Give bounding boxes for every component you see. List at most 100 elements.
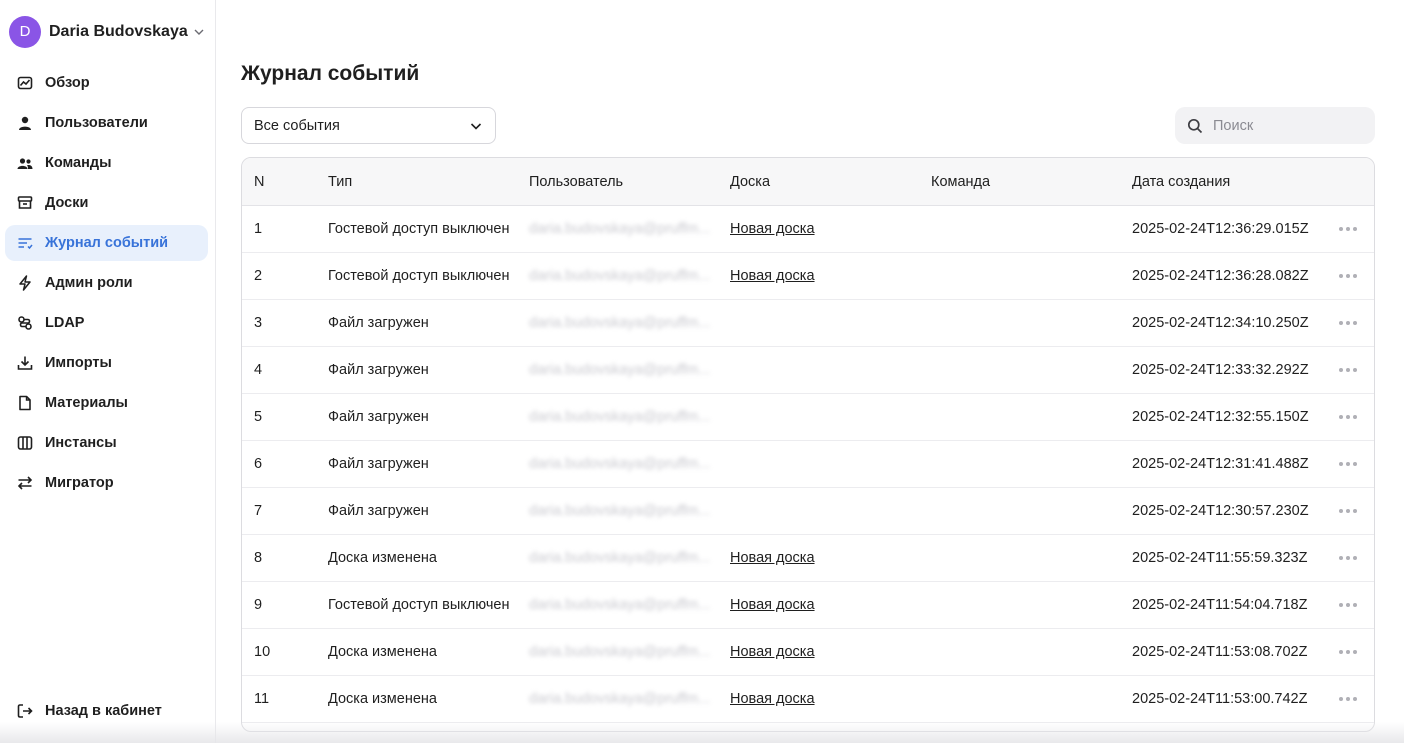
sidebar-item-ldap[interactable]: LDAP xyxy=(5,305,208,341)
sidebar-item-label: Мигратор xyxy=(45,475,114,491)
table-row[interactable]: 7 Файл загружен daria.budovskaya@pruffm...… xyxy=(242,488,1374,535)
sidebar-item-teams[interactable]: Команды xyxy=(5,145,208,181)
cell-user: daria.budovskaya@pruffm... xyxy=(529,409,711,425)
board-link[interactable]: Новая доска xyxy=(730,597,815,613)
chevron-down-icon xyxy=(470,122,482,130)
users-icon xyxy=(17,155,33,171)
cell-board: Новая доска xyxy=(730,253,815,299)
row-actions-button[interactable] xyxy=(1335,347,1361,393)
column-header-board[interactable]: Доска xyxy=(730,158,770,206)
more-horizontal-icon xyxy=(1339,274,1357,278)
row-actions-button[interactable] xyxy=(1335,535,1361,581)
sidebar-item-label: Доски xyxy=(45,195,89,211)
search-input[interactable] xyxy=(1213,117,1373,134)
table-row[interactable]: 8 Доска изменена daria.budovskaya@pruffm..… xyxy=(242,535,1374,582)
cell-type: Файл загружен xyxy=(328,362,429,378)
table-row[interactable]: 3 Файл загружен daria.budovskaya@pruffm...… xyxy=(242,300,1374,347)
row-actions-button[interactable] xyxy=(1335,441,1361,487)
column-header-team[interactable]: Команда xyxy=(931,158,990,206)
table-row[interactable]: 5 Файл загружен daria.budovskaya@pruffm...… xyxy=(242,394,1374,441)
back-to-cabinet-link[interactable]: Назад в кабинет xyxy=(17,700,162,722)
table-row[interactable]: 1 Гостевой доступ выключен daria.budovskay… xyxy=(242,206,1374,253)
cell-user: daria.budovskaya@pruffm... xyxy=(529,503,711,519)
board-link[interactable]: Новая доска xyxy=(730,644,815,660)
row-actions-button[interactable] xyxy=(1335,676,1361,722)
table-row[interactable]: 11 Доска изменена daria.budovskaya@pruffm.… xyxy=(242,676,1374,723)
board-link[interactable]: Новая доска xyxy=(730,691,815,707)
row-actions-button[interactable] xyxy=(1335,488,1361,534)
cell-created-date: 2025-02-24T11:53:00.742Z xyxy=(1132,691,1308,707)
sidebar-item-migrator[interactable]: Мигратор xyxy=(5,465,208,501)
cell-board: Новая доска xyxy=(730,206,815,252)
row-actions-button[interactable] xyxy=(1335,394,1361,440)
sidebar-item-label: Инстансы xyxy=(45,435,117,451)
search-field[interactable] xyxy=(1175,107,1375,144)
event-type-select-value: Все события xyxy=(254,117,340,134)
sidebar-item-event-log[interactable]: Журнал событий xyxy=(5,225,208,261)
more-horizontal-icon xyxy=(1339,509,1357,513)
sidebar-item-overview[interactable]: Обзор xyxy=(5,65,208,101)
sidebar-nav: Обзор Пользователи Команды Доски Журнал … xyxy=(5,65,208,505)
table-row[interactable]: 10 Доска изменена daria.budovskaya@pruffm.… xyxy=(242,629,1374,676)
cell-created-date: 2025-02-24T12:34:10.250Z xyxy=(1132,315,1309,331)
row-actions-button[interactable] xyxy=(1335,582,1361,628)
chart-icon xyxy=(17,75,33,91)
cell-number: 11 xyxy=(254,691,270,707)
row-actions-button[interactable] xyxy=(1335,206,1361,252)
sidebar-item-label: Журнал событий xyxy=(45,235,169,251)
cell-created-date: 2025-02-24T11:55:59.323Z xyxy=(1132,550,1308,566)
more-horizontal-icon xyxy=(1339,650,1357,654)
board-link[interactable]: Новая доска xyxy=(730,268,815,284)
events-table: N Тип Пользователь Доска Команда Дата со… xyxy=(241,157,1375,732)
more-horizontal-icon xyxy=(1339,556,1357,560)
avatar: D xyxy=(9,15,41,48)
logout-icon xyxy=(17,703,33,719)
board-link[interactable]: Новая доска xyxy=(730,221,815,237)
column-header-type[interactable]: Тип xyxy=(328,158,352,206)
lightning-icon xyxy=(17,275,33,291)
table-row[interactable]: 9 Гостевой доступ выключен daria.budovskay… xyxy=(242,582,1374,629)
sidebar-item-admin-roles[interactable]: Админ роли xyxy=(5,265,208,301)
row-actions-button[interactable] xyxy=(1335,253,1361,299)
cell-user: daria.budovskaya@pruffm... xyxy=(529,644,711,660)
sidebar-item-users[interactable]: Пользователи xyxy=(5,105,208,141)
sidebar-item-label: Материалы xyxy=(45,395,128,411)
cell-user: daria.budovskaya@pruffm... xyxy=(529,456,711,472)
event-type-select[interactable]: Все события xyxy=(241,107,496,144)
column-header-created-date[interactable]: Дата создания xyxy=(1132,158,1230,206)
table-row[interactable]: 2 Гостевой доступ выключен daria.budovskay… xyxy=(242,253,1374,300)
sidebar-item-imports[interactable]: Импорты xyxy=(5,345,208,381)
chevron-down-icon xyxy=(194,29,204,35)
row-actions-button[interactable] xyxy=(1335,629,1361,675)
cell-type: Файл загружен xyxy=(328,503,429,519)
cell-number: 4 xyxy=(254,362,263,378)
board-link[interactable]: Новая доска xyxy=(730,550,815,566)
user-menu[interactable]: D Daria Budovskaya xyxy=(9,15,204,48)
sidebar-item-materials[interactable]: Материалы xyxy=(5,385,208,421)
user-icon xyxy=(17,115,33,131)
cell-created-date: 2025-02-24T12:36:28.082Z xyxy=(1132,268,1309,284)
cell-number: 2 xyxy=(254,268,263,284)
table-row[interactable]: 6 Файл загружен daria.budovskaya@pruffm...… xyxy=(242,441,1374,488)
cell-created-date: 2025-02-24T12:30:57.230Z xyxy=(1132,503,1309,519)
column-header-n[interactable]: N xyxy=(254,158,264,206)
cell-type: Доска изменена xyxy=(328,550,437,566)
cell-type: Файл загружен xyxy=(328,409,429,425)
cell-user: daria.budovskaya@pruffm... xyxy=(529,315,711,331)
sidebar-item-boards[interactable]: Доски xyxy=(5,185,208,221)
column-header-user[interactable]: Пользователь xyxy=(529,158,623,206)
user-name: Daria Budovskaya xyxy=(49,22,188,40)
cell-type: Гостевой доступ выключен xyxy=(328,268,510,284)
cell-type: Гостевой доступ выключен xyxy=(328,221,510,237)
cell-number: 9 xyxy=(254,597,263,613)
main-content: Журнал событий Все события N Тип Пользов… xyxy=(217,0,1404,743)
sidebar-item-instances[interactable]: Инстансы xyxy=(5,425,208,461)
row-actions-button[interactable] xyxy=(1335,300,1361,346)
cell-number: 5 xyxy=(254,409,263,425)
more-horizontal-icon xyxy=(1339,415,1357,419)
cell-number: 10 xyxy=(254,644,271,660)
more-horizontal-icon xyxy=(1339,368,1357,372)
table-row[interactable]: 4 Файл загружен daria.budovskaya@pruffm...… xyxy=(242,347,1374,394)
cell-user: daria.budovskaya@pruffm... xyxy=(529,268,711,284)
cell-number: 8 xyxy=(254,550,263,566)
